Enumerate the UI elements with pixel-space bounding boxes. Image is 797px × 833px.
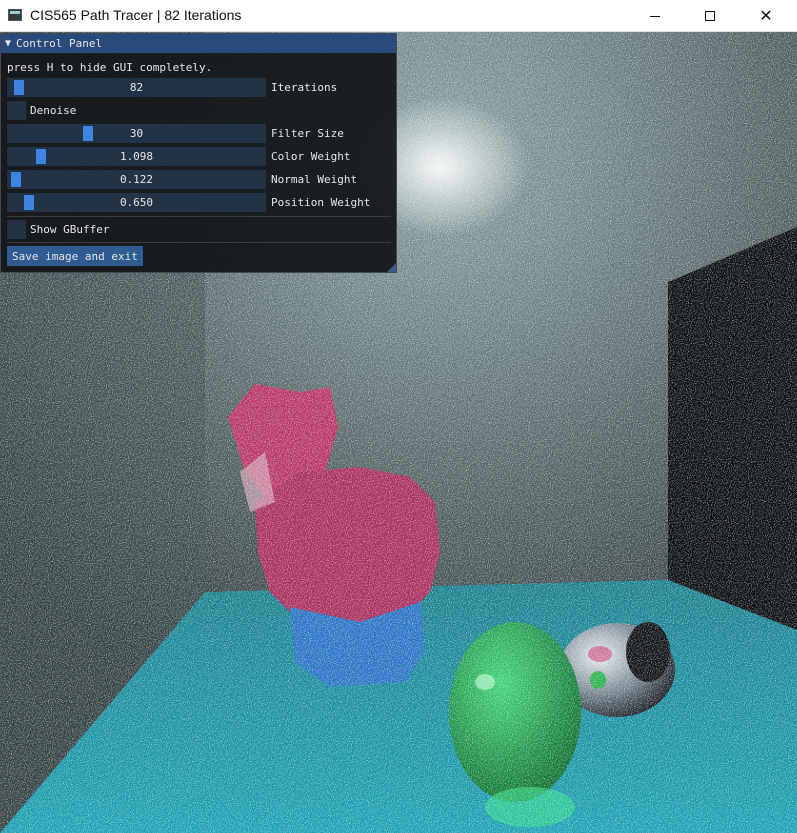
resize-grip-icon[interactable] xyxy=(387,263,396,272)
app-window-icon xyxy=(8,9,22,21)
control-panel-header[interactable]: ▼ Control Panel xyxy=(1,34,396,53)
show-gbuffer-checkbox[interactable] xyxy=(7,220,26,239)
minimize-icon xyxy=(650,15,660,17)
normal-weight-label: Normal Weight xyxy=(271,173,358,186)
iterations-slider[interactable]: 82 xyxy=(7,78,266,97)
position-weight-slider[interactable]: 0.650 xyxy=(7,193,266,212)
separator xyxy=(7,242,391,243)
iterations-label: Iterations xyxy=(271,81,338,94)
normal-weight-value: 0.122 xyxy=(119,173,154,186)
iterations-row: 82 Iterations xyxy=(7,78,337,97)
window-titlebar: CIS565 Path Tracer | 82 Iterations ✕ xyxy=(0,0,797,32)
show-gbuffer-row: Show GBuffer xyxy=(7,220,109,239)
color-weight-row: 1.098 Color Weight xyxy=(7,147,350,166)
position-weight-label: Position Weight xyxy=(271,196,371,209)
position-weight-row: 0.650 Position Weight xyxy=(7,193,370,212)
filter-size-slider[interactable]: 30 xyxy=(7,124,266,143)
save-image-and-exit-button[interactable]: Save image and exit xyxy=(7,246,143,266)
maximize-button[interactable] xyxy=(687,0,733,32)
denoise-row: Denoise xyxy=(7,101,76,120)
minimize-button[interactable] xyxy=(632,0,678,32)
show-gbuffer-label: Show GBuffer xyxy=(30,223,110,236)
position-weight-value: 0.650 xyxy=(119,196,154,209)
hide-gui-hint: press H to hide GUI completely. xyxy=(7,61,213,74)
color-weight-label: Color Weight xyxy=(271,150,351,163)
color-weight-slider[interactable]: 1.098 xyxy=(7,147,266,166)
denoise-checkbox[interactable] xyxy=(7,101,26,120)
window-title: CIS565 Path Tracer | 82 Iterations xyxy=(30,7,242,23)
maximize-icon xyxy=(705,11,715,21)
normal-weight-row: 0.122 Normal Weight xyxy=(7,170,357,189)
control-panel-title: Control Panel xyxy=(16,37,103,50)
separator xyxy=(7,216,391,217)
filter-size-label: Filter Size xyxy=(271,127,344,140)
control-panel[interactable]: ▼ Control Panel press H to hide GUI comp… xyxy=(0,33,397,273)
close-button[interactable]: ✕ xyxy=(743,0,789,32)
close-icon: ✕ xyxy=(759,8,773,25)
filter-size-value: 30 xyxy=(129,127,144,140)
iterations-value: 82 xyxy=(129,81,144,94)
color-weight-value: 1.098 xyxy=(119,150,154,163)
normal-weight-slider[interactable]: 0.122 xyxy=(7,170,266,189)
collapse-triangle-icon[interactable]: ▼ xyxy=(5,38,11,49)
filter-size-row: 30 Filter Size xyxy=(7,124,344,143)
denoise-label: Denoise xyxy=(30,104,77,117)
